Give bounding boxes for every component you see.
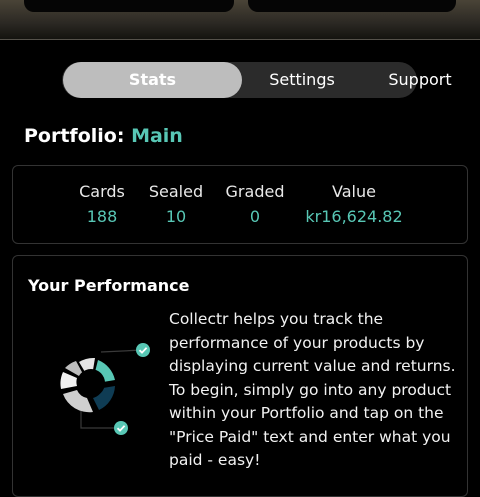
stat-graded-value: 0 [249, 207, 261, 226]
stat-value-amount: kr16,624.82 [305, 207, 403, 226]
portfolio-title: Portfolio: Main [24, 125, 183, 147]
stat-sealed-value: 10 [165, 207, 187, 226]
tab-settings[interactable]: Settings [242, 62, 362, 98]
stat-sealed: Sealed 10 [146, 182, 206, 226]
performance-card: Your Performance Collectr helps you trac… [12, 255, 468, 497]
performance-pie-illustration [43, 336, 153, 446]
stat-sealed-label: Sealed [148, 182, 204, 201]
tab-support[interactable]: Support [358, 62, 480, 98]
top-banner [0, 0, 480, 40]
stat-cards-label: Cards [79, 182, 125, 201]
stat-cards: Cards 188 [77, 182, 127, 226]
performance-description: Collectr helps you track the performance… [169, 310, 456, 469]
banner-button-right[interactable] [248, 0, 456, 12]
portfolio-name[interactable]: Main [131, 125, 183, 147]
banner-button-left[interactable] [24, 0, 234, 12]
performance-title: Your Performance [28, 276, 190, 295]
stat-value-label: Value [332, 182, 376, 201]
stats-card: Cards 188 Sealed 10 Graded 0 Value kr16,… [12, 165, 468, 244]
segmented-tabs: Stats Settings Support [62, 62, 452, 98]
stat-graded-label: Graded [225, 182, 285, 201]
stat-value: Value kr16,624.82 [303, 182, 405, 226]
portfolio-prefix: Portfolio: [24, 125, 125, 147]
tab-stats[interactable]: Stats [63, 62, 242, 98]
stat-graded: Graded 0 [221, 182, 289, 226]
stat-cards-value: 188 [86, 207, 118, 226]
